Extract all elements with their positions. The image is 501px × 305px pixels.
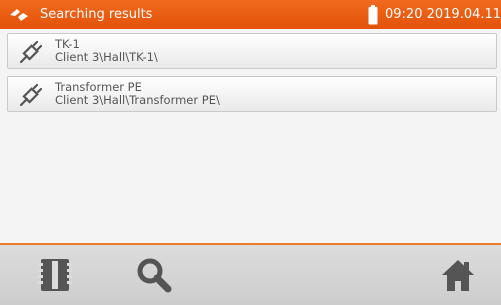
memory-card-icon — [38, 259, 72, 291]
clock-date: 2019.04.11 — [426, 7, 501, 22]
search-icon — [137, 258, 172, 293]
home-button[interactable] — [428, 245, 488, 305]
search-results-list: TK-1 Client 3\Hall\TK-1\ Transformer PE … — [0, 29, 501, 243]
connector-plug-icon — [19, 40, 43, 64]
search-button[interactable] — [124, 245, 184, 305]
battery-icon — [368, 5, 378, 25]
clock-time: 09:20 — [385, 7, 423, 22]
home-icon — [442, 260, 474, 291]
status-bar: Searching results 09:20 2019.04.11 — [0, 0, 501, 29]
clock: 09:20 2019.04.11 — [385, 7, 501, 23]
page-title: Searching results — [40, 7, 153, 22]
result-item-transformer-pe[interactable]: Transformer PE Client 3\Hall\Transformer… — [7, 76, 497, 112]
bottom-toolbar — [0, 245, 501, 305]
result-path: Client 3\Hall\Transformer PE\ — [55, 93, 220, 107]
result-item-tk-1[interactable]: TK-1 Client 3\Hall\TK-1\ — [7, 33, 497, 69]
connector-plug-icon — [19, 83, 43, 107]
sonel-logo-icon — [10, 9, 28, 21]
result-path: Client 3\Hall\TK-1\ — [55, 50, 158, 64]
memory-button[interactable] — [25, 245, 85, 305]
